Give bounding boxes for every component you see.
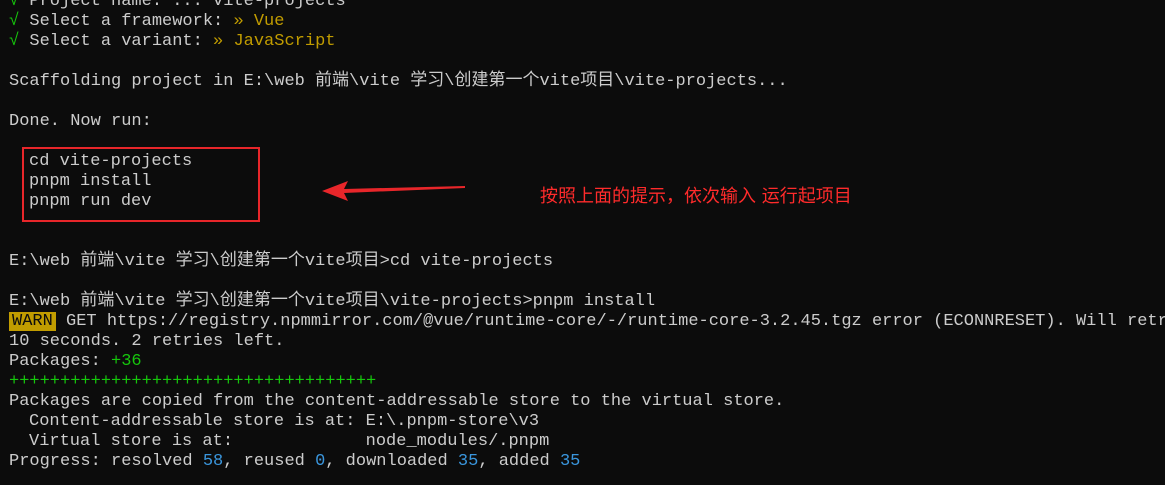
progress-downloaded-label: , downloaded (325, 452, 458, 471)
packages-label: Packages: (9, 352, 112, 371)
check-icon: √ (9, 12, 20, 31)
progress-added: 35 (559, 452, 581, 471)
warn-line: WARN GET https://registry.npmmirror.com/… (9, 312, 1165, 332)
commands-highlight-box (22, 147, 260, 222)
prompt-value: » JavaScript (213, 32, 336, 51)
prompt-value: vite-projects (213, 0, 346, 11)
prompt-label: Project name: ... (19, 0, 214, 11)
check-icon: √ (9, 32, 20, 51)
window-bottom-edge (0, 485, 1165, 491)
progress-plus-bar: ++++++++++++++++++++++++++++++++++++ (9, 372, 377, 391)
shell-command-cd: E:\web 前端\vite 学习\创建第一个vite项目>cd vite-pr… (9, 252, 554, 271)
prompt-label: Select a framework: (19, 12, 234, 31)
virtual-store-line: Virtual store is at: node_modules/.pnpm (29, 432, 550, 451)
progress-downloaded: 35 (457, 452, 479, 471)
prompt-line-project-name: √ Project name: ... vite-projects (9, 0, 346, 12)
annotation-arrow-icon (322, 181, 465, 201)
check-icon: √ (9, 0, 20, 11)
done-line: Done. Now run: (9, 112, 152, 131)
progress-reused-label: , reused (223, 452, 316, 471)
prompt-line-framework: √ Select a framework: » Vue (9, 12, 284, 32)
packages-count: +36 (111, 352, 142, 371)
progress-label: Progress: resolved (9, 452, 203, 471)
warn-continuation: 10 seconds. 2 retries left. (9, 332, 285, 351)
packages-line: Packages: +36 (9, 352, 142, 372)
shell-command-install: E:\web 前端\vite 学习\创建第一个vite项目\vite-proje… (9, 292, 656, 311)
prompt-line-variant: √ Select a variant: » JavaScript (9, 32, 335, 52)
progress-reused: 0 (315, 452, 326, 471)
progress-added-label: , added (478, 452, 560, 471)
warn-badge: WARN (9, 312, 56, 331)
scaffolding-line: Scaffolding project in E:\web 前端\vite 学习… (9, 72, 788, 91)
copied-line: Packages are copied from the content-add… (9, 392, 785, 411)
terminal-window[interactable]: √ Project name: ... vite-projects √ Sele… (0, 0, 1165, 491)
prompt-value: » Vue (233, 12, 285, 31)
progress-line: Progress: resolved 58, reused 0, downloa… (9, 452, 580, 472)
prompt-label: Select a variant: (19, 32, 214, 51)
progress-resolved: 58 (202, 452, 224, 471)
cas-store-line: Content-addressable store is at: E:\.pnp… (29, 412, 540, 431)
annotation-note: 按照上面的提示，依次输入 运行起项目 (540, 186, 852, 207)
warn-text: GET https://registry.npmmirror.com/@vue/… (55, 312, 1165, 331)
